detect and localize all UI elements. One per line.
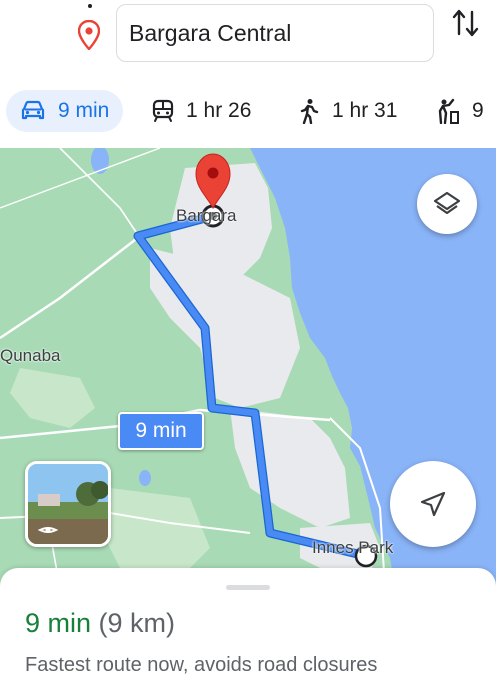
- tab-rideshare[interactable]: 9: [436, 90, 484, 132]
- tab-walking[interactable]: 1 hr 31: [298, 90, 397, 132]
- travel-mode-tabs: 9 min 1 hr 26 1 hr 31 9: [0, 88, 496, 136]
- route-time-chip[interactable]: 9 min: [118, 412, 204, 450]
- route-dots-icon: [88, 4, 92, 8]
- directions-header: Bargara Central 9 min 1 hr 26 1 hr 31 9: [0, 0, 496, 148]
- swap-icon[interactable]: [450, 6, 482, 40]
- map-label-bargara: Bargara: [176, 206, 237, 225]
- map-label-qunaba: Qunaba: [0, 346, 61, 365]
- train-icon: [152, 99, 174, 122]
- destination-pin-icon: [78, 20, 100, 50]
- recenter-button[interactable]: [390, 461, 476, 547]
- tab-driving-label: 9 min: [58, 99, 110, 122]
- walk-icon: [300, 99, 319, 124]
- layers-icon: [433, 191, 461, 215]
- street-view-image: [28, 464, 108, 544]
- route-distance: (9 km): [98, 608, 176, 638]
- sheet-drag-handle[interactable]: [226, 585, 270, 590]
- urban-area-central: [150, 248, 300, 408]
- tab-rideshare-label: 9: [472, 99, 484, 122]
- destination-input[interactable]: Bargara Central: [116, 4, 434, 62]
- map-label-innes-park: Innes Park: [312, 538, 394, 557]
- destination-text: Bargara Central: [129, 19, 292, 46]
- route-duration: 9 min: [25, 608, 92, 638]
- route-description: Fastest route now, avoids road closures: [25, 654, 378, 676]
- layers-button[interactable]: [417, 174, 477, 234]
- field-area-south: [100, 488, 210, 578]
- tab-walking-label: 1 hr 31: [332, 99, 398, 122]
- rideshare-icon: [438, 98, 459, 124]
- lake-small: [139, 470, 151, 486]
- route-map[interactable]: Bargara Qunaba Innes Park 9 min: [0, 148, 496, 588]
- car-icon: [21, 100, 45, 120]
- route-summary-title: 9 min (9 km): [25, 608, 175, 639]
- street-view-thumbnail[interactable]: [25, 461, 111, 547]
- tab-driving[interactable]: 9 min: [6, 90, 124, 132]
- tab-transit-label: 1 hr 26: [186, 99, 252, 122]
- urban-area-south: [230, 408, 350, 528]
- tab-transit[interactable]: 1 hr 26: [152, 90, 251, 132]
- road: [0, 148, 161, 209]
- route-summary-sheet[interactable]: 9 min (9 km) Fastest route now, avoids r…: [0, 568, 496, 683]
- pin-center: [207, 167, 219, 179]
- field-area: [10, 368, 95, 428]
- navigation-arrow-icon: [420, 491, 446, 517]
